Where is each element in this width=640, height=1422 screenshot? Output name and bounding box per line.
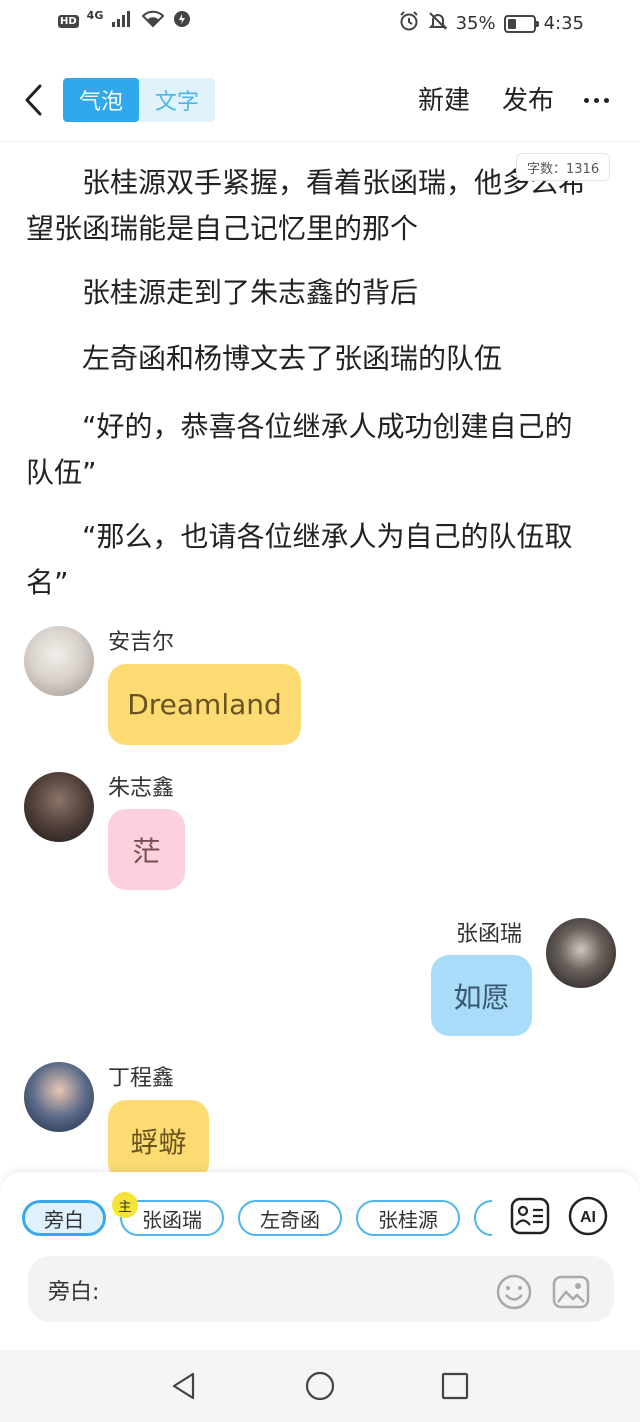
mute-icon: [428, 11, 448, 36]
sender-name: 张函瑞: [456, 922, 523, 947]
word-count-badge: 字数：1316: [516, 153, 611, 181]
data-saver-icon: [173, 10, 191, 33]
mode-toggle: 气泡 文字: [63, 78, 215, 122]
emoji-icon[interactable]: [496, 1274, 532, 1314]
status-right: 35% 4:35: [398, 10, 584, 37]
avatar[interactable]: [546, 918, 616, 988]
role-chip-narrator[interactable]: 旁白: [22, 1200, 106, 1236]
battery-fill: [507, 18, 516, 29]
avatar[interactable]: [24, 626, 94, 696]
narration-paragraph: 左奇函和杨博文去了张函瑞的队伍: [82, 342, 503, 375]
host-badge: 主: [112, 1192, 138, 1218]
message-bubble[interactable]: 如愿: [431, 955, 532, 1036]
narration-paragraph: 张桂源双手紧握，看着张函瑞，他多么希望张函瑞能是自己记忆里的那个: [26, 166, 587, 245]
input-role-label: 旁白:: [48, 1280, 100, 1305]
message-input[interactable]: 旁白:: [28, 1256, 614, 1322]
battery-percent: 35%: [455, 13, 496, 34]
more-options-icon[interactable]: [584, 98, 609, 103]
role-chip[interactable]: 左奇函: [238, 1200, 342, 1236]
role-chip-partial[interactable]: [474, 1200, 492, 1236]
role-selector[interactable]: 旁白 张函瑞 左奇函 张桂源: [20, 1198, 492, 1238]
nav-home-icon[interactable]: [302, 1368, 338, 1404]
hd-icon: HD: [58, 15, 79, 28]
nav-recents-icon[interactable]: [437, 1368, 473, 1404]
narration-paragraph: “那么，也请各位继承人为自己的队伍取名”: [26, 520, 573, 599]
top-app-bar: 气泡 文字 新建 发布: [0, 62, 640, 142]
status-bar: HD 4G 35% 4:35: [0, 0, 640, 44]
svg-text:AI: AI: [580, 1209, 596, 1226]
message-bubble[interactable]: 蜉蝣: [108, 1100, 209, 1181]
narration-paragraph: 张桂源走到了朱志鑫的背后: [82, 276, 419, 309]
compose-panel: 主 旁白 张函瑞 左奇函 张桂源 AI 旁白:: [0, 1172, 640, 1350]
system-nav-bar: [0, 1350, 640, 1422]
sender-name: 丁程鑫: [108, 1066, 175, 1091]
wifi-icon: [141, 10, 165, 33]
battery-icon: [503, 14, 539, 33]
nav-back-icon[interactable]: [166, 1368, 202, 1404]
message-bubble[interactable]: Dreamland: [108, 664, 301, 745]
sender-name: 朱志鑫: [108, 776, 175, 801]
image-icon[interactable]: [552, 1274, 590, 1314]
clock: 4:35: [543, 13, 584, 34]
avatar[interactable]: [24, 1062, 94, 1132]
avatar[interactable]: [24, 772, 94, 842]
role-card-icon[interactable]: [510, 1196, 550, 1236]
tab-text[interactable]: 文字: [139, 78, 215, 122]
narration-paragraph: “好的，恭喜各位继承人成功创建自己的队伍”: [26, 410, 573, 489]
sender-name: 安吉尔: [108, 630, 175, 655]
new-button[interactable]: 新建: [418, 80, 470, 117]
signal-icon: [111, 10, 133, 33]
tab-bubble[interactable]: 气泡: [63, 78, 139, 122]
back-icon[interactable]: [18, 80, 48, 120]
network-label: 4G: [86, 9, 104, 22]
role-chip[interactable]: 张桂源: [356, 1200, 460, 1236]
alarm-icon: [398, 10, 420, 37]
ai-icon[interactable]: AI: [568, 1196, 608, 1236]
status-left: HD 4G: [58, 9, 191, 33]
publish-button[interactable]: 发布: [502, 80, 554, 117]
message-bubble[interactable]: 茫: [108, 809, 185, 890]
